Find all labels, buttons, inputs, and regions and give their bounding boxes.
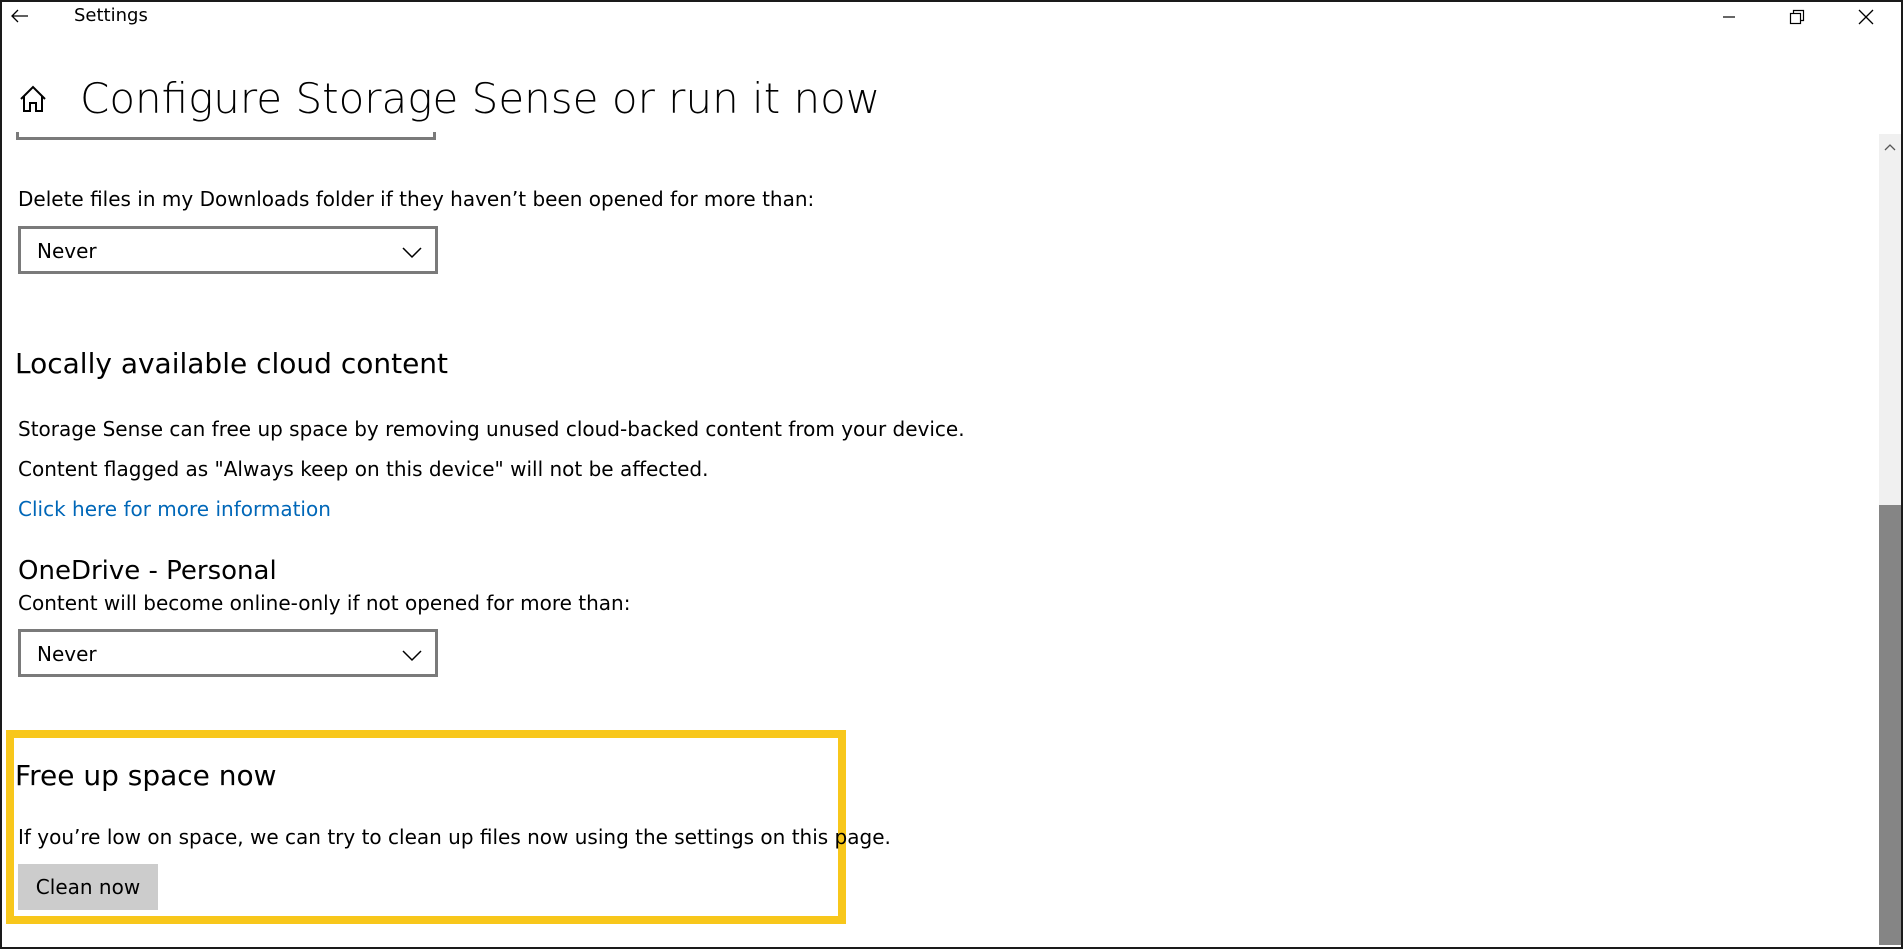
home-button[interactable] [16, 82, 50, 116]
cloud-description-2: Content flagged as "Always keep on this … [18, 457, 709, 481]
chevron-down-icon [402, 650, 422, 662]
chevron-up-icon [1884, 144, 1896, 151]
minimize-button[interactable] [1701, 2, 1757, 32]
vertical-scrollbar[interactable] [1879, 134, 1901, 945]
title-bar: Settings [2, 2, 1901, 32]
onedrive-dropdown[interactable]: Never [18, 629, 438, 677]
downloads-label: Delete files in my Downloads folder if t… [18, 187, 815, 211]
restore-button[interactable] [1769, 2, 1825, 32]
window-title: Settings [74, 5, 148, 26]
close-icon [1858, 9, 1874, 25]
free-space-heading: Free up space now [15, 759, 277, 792]
chevron-down-icon [402, 247, 422, 259]
previous-dropdown-edge[interactable] [16, 132, 436, 140]
scroll-thumb[interactable] [1879, 505, 1901, 945]
close-button[interactable] [1838, 2, 1894, 32]
back-arrow-icon [11, 9, 28, 23]
free-space-description: If you’re low on space, we can try to cl… [18, 825, 891, 849]
back-button[interactable] [6, 2, 34, 30]
clean-now-button[interactable]: Clean now [18, 864, 158, 910]
scroll-up-button[interactable] [1879, 134, 1901, 160]
settings-window: Settings Configure Storage Sense or run … [0, 0, 1903, 949]
onedrive-heading: OneDrive - Personal [18, 556, 277, 586]
onedrive-label: Content will become online-only if not o… [18, 591, 631, 615]
cloud-content-heading: Locally available cloud content [15, 347, 449, 380]
cloud-description-1: Storage Sense can free up space by remov… [18, 417, 965, 441]
onedrive-dropdown-value: Never [37, 642, 97, 666]
downloads-dropdown[interactable]: Never [18, 226, 438, 274]
minimize-icon [1723, 16, 1735, 18]
page-title: Configure Storage Sense or run it now [80, 74, 881, 123]
home-icon [20, 85, 46, 112]
more-info-link[interactable]: Click here for more information [18, 497, 331, 521]
restore-icon [1789, 9, 1805, 25]
downloads-dropdown-value: Never [37, 239, 97, 263]
